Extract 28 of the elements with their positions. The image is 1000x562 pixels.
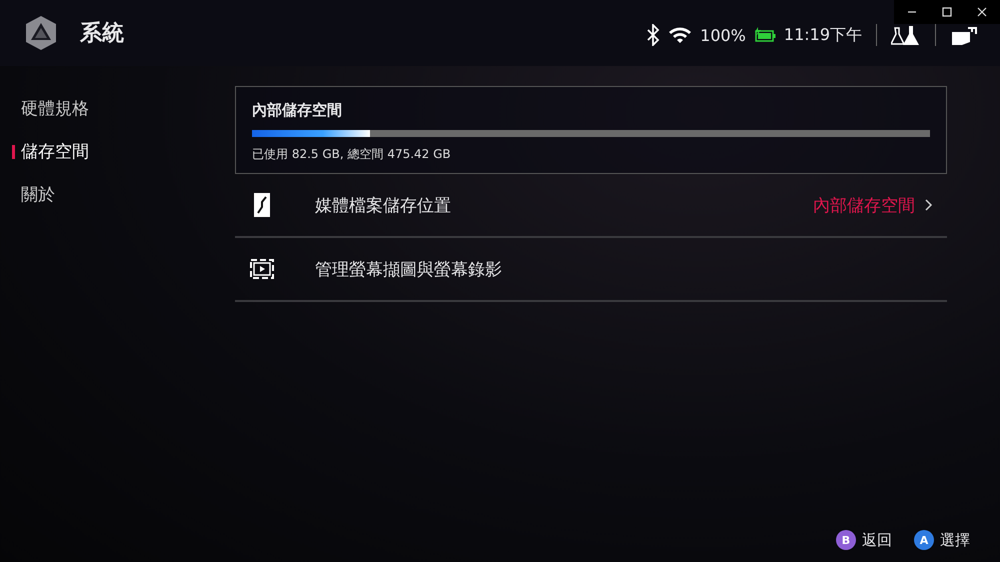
gamepad-key: B <box>836 530 856 550</box>
bluetooth-icon <box>646 24 660 46</box>
controller-hint[interactable]: A 選擇 <box>914 530 970 550</box>
sidebar-item[interactable]: 關於 <box>0 182 61 207</box>
storage-title: 內部儲存空間 <box>252 101 343 120</box>
controller-hint[interactable]: B 返回 <box>836 530 892 550</box>
battery-percent: 100% <box>700 26 746 44</box>
hint-label: 返回 <box>862 530 892 550</box>
video-capture-icon <box>249 256 275 282</box>
flask-icon[interactable] <box>891 24 921 46</box>
settings-row[interactable]: 媒體檔案儲存位置 內部儲存空間 <box>235 174 947 238</box>
chevron-right-icon <box>925 199 933 211</box>
setting-value: 內部儲存空間 <box>813 194 915 216</box>
setting-label: 媒體檔案儲存位置 <box>315 194 451 216</box>
sidebar-item[interactable]: 儲存空間 <box>0 139 95 164</box>
wifi-icon <box>668 25 692 45</box>
window-title: 系統 <box>80 20 124 48</box>
sidebar-item[interactable]: 硬體規格 <box>0 96 95 121</box>
battery-charging-icon <box>754 27 776 43</box>
gamepad-key: A <box>914 530 934 550</box>
hint-label: 選擇 <box>940 530 970 550</box>
maximize-icon[interactable] <box>940 6 953 18</box>
settings-row[interactable]: 管理螢幕擷圖與螢幕錄影 <box>235 238 947 302</box>
display-output-icon[interactable] <box>950 24 978 46</box>
storage-usage: 已使用 82.5 GB, 總空間 475.42 GB <box>252 146 452 163</box>
clock-time: 11:19下午 <box>784 24 862 46</box>
setting-label: 管理螢幕擷圖與螢幕錄影 <box>315 258 502 280</box>
close-icon[interactable] <box>976 6 988 18</box>
